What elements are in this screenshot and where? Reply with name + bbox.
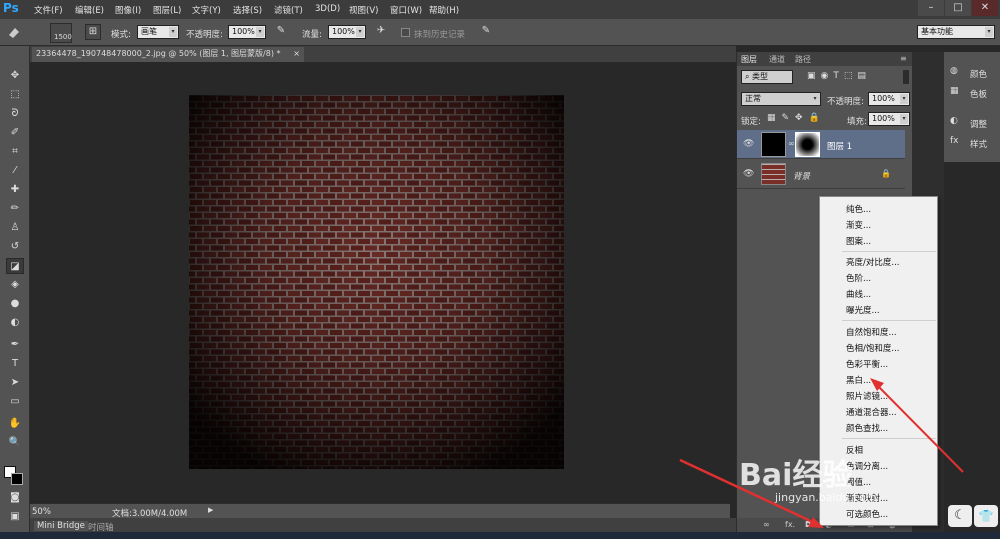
taskbar: [0, 532, 1000, 539]
baidu-watermark: Bai经验: [739, 458, 853, 493]
night-mode-icon[interactable]: ☾: [948, 505, 972, 527]
arrow-head: [808, 517, 824, 528]
shirt-icon[interactable]: 👕: [974, 505, 998, 527]
watermark-url: jingyan.baidu.com: [775, 491, 877, 504]
